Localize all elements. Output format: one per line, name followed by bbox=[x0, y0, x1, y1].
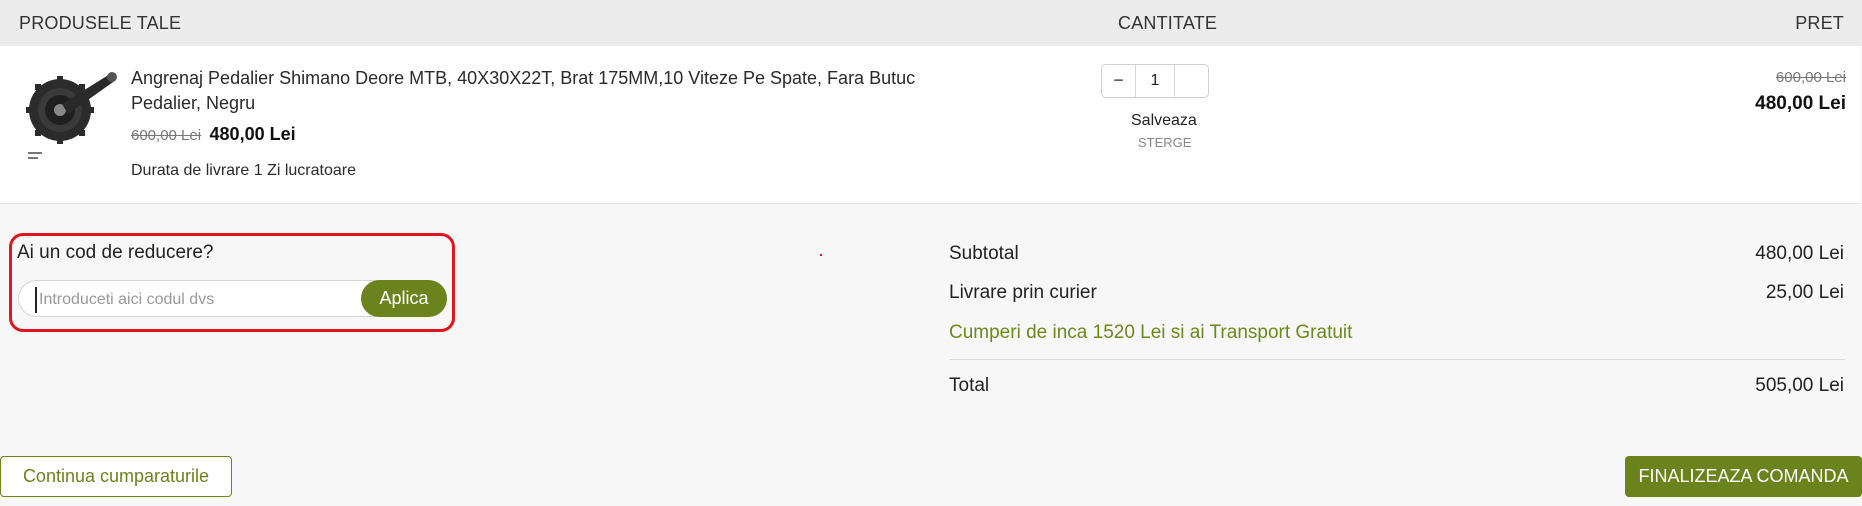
crankset-image[interactable] bbox=[24, 64, 120, 174]
products-column-header: PRODUSELE TALE bbox=[19, 13, 182, 33]
quantity-stepper: − 1 bbox=[1101, 64, 1209, 98]
save-for-later-link[interactable]: Salveaza bbox=[1131, 112, 1197, 130]
old-unit-price: 600,00 Lei bbox=[131, 127, 202, 144]
quantity-column-header: CANTITATE bbox=[1118, 13, 1218, 33]
line-total: 480,00 Lei bbox=[1755, 93, 1846, 114]
product-title-link[interactable]: Angrenaj Pedalier Shimano Deore MTB, 40X… bbox=[131, 66, 931, 116]
subtotal-label: Subtotal bbox=[949, 243, 1019, 264]
increase-quantity-button[interactable] bbox=[1174, 65, 1208, 97]
subtotal-value: 480,00 Lei bbox=[1755, 243, 1844, 264]
decrease-quantity-button[interactable]: − bbox=[1102, 65, 1136, 97]
summary-divider bbox=[949, 359, 1845, 360]
total-label: Total bbox=[949, 375, 990, 396]
coupon-title: Ai un cod de reducere? bbox=[17, 242, 214, 263]
free-shipping-note: Cumperi de inca 1520 Lei si ai Transport… bbox=[949, 322, 1353, 343]
apply-coupon-button[interactable]: Aplica bbox=[361, 280, 447, 317]
unit-price: 600,00 Lei 480,00 Lei bbox=[131, 124, 296, 145]
shipping-label: Livrare prin curier bbox=[949, 282, 1097, 303]
stray-dot bbox=[820, 254, 822, 256]
delete-item-link[interactable]: STERGE bbox=[1138, 135, 1191, 150]
price-column-header: PRET bbox=[1795, 13, 1844, 33]
new-unit-price: 480,00 Lei bbox=[209, 124, 296, 144]
line-old-total: 600,00 Lei bbox=[1775, 69, 1846, 86]
quantity-value[interactable]: 1 bbox=[1136, 72, 1174, 90]
delivery-time: Durata de livrare 1 Zi lucratoare bbox=[131, 162, 356, 179]
shipping-value: 25,00 Lei bbox=[1765, 282, 1844, 303]
total-value: 505,00 Lei bbox=[1755, 375, 1844, 396]
cart-item-row: Angrenaj Pedalier Shimano Deore MTB, 40X… bbox=[0, 46, 1860, 204]
coupon-code-input[interactable] bbox=[35, 287, 361, 313]
cart-table-header: PRODUSELE TALE CANTITATE PRET bbox=[0, 0, 1862, 46]
continue-shopping-button[interactable]: Continua cumparaturile bbox=[0, 456, 232, 497]
checkout-button[interactable]: FINALIZEAZA COMANDA bbox=[1625, 456, 1862, 497]
